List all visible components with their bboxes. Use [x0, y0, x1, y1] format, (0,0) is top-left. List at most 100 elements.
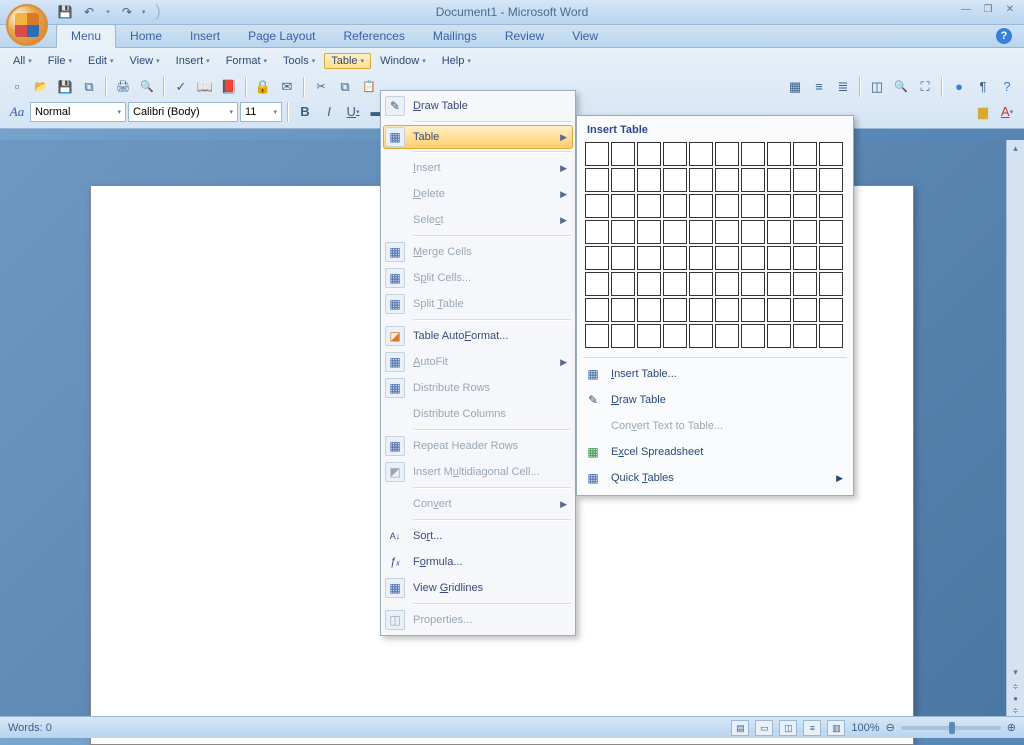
browse-object-buttons[interactable]: ≑●≑: [1007, 680, 1024, 716]
grid-cell[interactable]: [585, 246, 609, 270]
tb-spellcheck-button[interactable]: ✓: [170, 76, 192, 98]
zoom-in-button[interactable]: ⊕: [1007, 721, 1016, 734]
grid-cell[interactable]: [611, 298, 635, 322]
grid-cell[interactable]: [585, 298, 609, 322]
tb-email-button[interactable]: ✉: [276, 76, 298, 98]
ribbon-tab-references[interactable]: References: [329, 25, 418, 47]
tb-open-button[interactable]: [30, 76, 52, 98]
tb-print-button[interactable]: [112, 76, 134, 98]
minimize-button[interactable]: —: [958, 3, 974, 17]
tb-columns-button[interactable]: [784, 76, 806, 98]
qat-customize-arrow[interactable]: ▾: [142, 8, 146, 16]
zoom-out-button[interactable]: ⊖: [886, 721, 895, 734]
grid-cell[interactable]: [767, 324, 791, 348]
grid-cell[interactable]: [767, 194, 791, 218]
menu-view-gridlines[interactable]: View Gridlines: [383, 575, 573, 601]
grid-cell[interactable]: [793, 272, 817, 296]
menu-edit[interactable]: Edit▾: [81, 53, 120, 69]
grid-cell[interactable]: [663, 298, 687, 322]
grid-cell[interactable]: [715, 168, 739, 192]
ribbon-tab-view[interactable]: View: [558, 25, 612, 47]
menu-select-submenu[interactable]: Select▶: [383, 207, 573, 233]
grid-cell[interactable]: [637, 194, 661, 218]
tb-drawing-button[interactable]: ◫: [866, 76, 888, 98]
grid-cell[interactable]: [611, 142, 635, 166]
grid-cell[interactable]: [689, 298, 713, 322]
tb-new-button[interactable]: [6, 76, 28, 98]
menu-table[interactable]: Table▾: [324, 53, 371, 69]
grid-cell[interactable]: [767, 246, 791, 270]
menu-file[interactable]: File▾: [41, 53, 79, 69]
menu-all[interactable]: All▾: [6, 53, 39, 69]
view-outline-button[interactable]: ≡: [803, 720, 821, 736]
scroll-down-button[interactable]: ▾: [1007, 664, 1024, 680]
tb-zoom-button[interactable]: [890, 76, 912, 98]
grid-cell[interactable]: [793, 220, 817, 244]
grid-cell[interactable]: [689, 168, 713, 192]
grid-cell[interactable]: [741, 298, 765, 322]
tb-print-preview-button[interactable]: [136, 76, 158, 98]
tb-help2-button[interactable]: ?: [996, 76, 1018, 98]
ribbon-tab-page-layout[interactable]: Page Layout: [234, 25, 329, 47]
grid-cell[interactable]: [663, 194, 687, 218]
grid-cell[interactable]: [637, 272, 661, 296]
grid-cell[interactable]: [637, 142, 661, 166]
grid-cell[interactable]: [819, 142, 843, 166]
grid-cell[interactable]: [767, 220, 791, 244]
grid-cell[interactable]: [585, 168, 609, 192]
office-button[interactable]: [6, 4, 48, 46]
highlight-button[interactable]: ▆: [972, 101, 994, 123]
grid-cell[interactable]: [767, 168, 791, 192]
grid-cell[interactable]: [689, 220, 713, 244]
help-button[interactable]: ?: [996, 28, 1012, 44]
grid-cell[interactable]: [689, 142, 713, 166]
grid-cell[interactable]: [715, 220, 739, 244]
grid-cell[interactable]: [715, 298, 739, 322]
tb-thesaurus-button[interactable]: 📕: [218, 76, 240, 98]
vertical-scrollbar[interactable]: ▴ ▾ ≑●≑: [1006, 140, 1024, 716]
qat-undo-button[interactable]: [80, 3, 98, 21]
grid-cell[interactable]: [663, 142, 687, 166]
menu-draw-table[interactable]: Draw Table: [383, 93, 573, 119]
grid-cell[interactable]: [741, 168, 765, 192]
close-button[interactable]: ✕: [1002, 3, 1018, 17]
ribbon-tab-menu[interactable]: Menu: [56, 24, 116, 48]
menu-window[interactable]: Window▾: [373, 53, 433, 69]
grid-cell[interactable]: [715, 194, 739, 218]
grid-cell[interactable]: [637, 220, 661, 244]
grid-cell[interactable]: [819, 324, 843, 348]
grid-cell[interactable]: [611, 220, 635, 244]
grid-cell[interactable]: [793, 168, 817, 192]
tb-align-left-button[interactable]: ≡: [808, 76, 830, 98]
tb-permission-button[interactable]: 🔒: [252, 76, 274, 98]
grid-cell[interactable]: [819, 272, 843, 296]
font-selector[interactable]: Calibri (Body)▾: [128, 102, 238, 122]
font-size-selector[interactable]: 11▾: [240, 102, 282, 122]
tb-copy-button[interactable]: [334, 76, 356, 98]
grid-cell[interactable]: [585, 194, 609, 218]
grid-cell[interactable]: [741, 220, 765, 244]
view-full-screen-button[interactable]: ▭: [755, 720, 773, 736]
grid-cell[interactable]: [793, 142, 817, 166]
grid-cell[interactable]: [741, 194, 765, 218]
grid-cell[interactable]: [767, 142, 791, 166]
grid-cell[interactable]: [819, 220, 843, 244]
qat-redo-button[interactable]: [118, 3, 136, 21]
view-draft-button[interactable]: ▥: [827, 720, 845, 736]
grid-cell[interactable]: [819, 298, 843, 322]
tb-paragraph-button[interactable]: ¶: [972, 76, 994, 98]
table-size-grid[interactable]: [581, 142, 849, 354]
menu-format[interactable]: Format▾: [219, 53, 274, 69]
grid-cell[interactable]: [663, 324, 687, 348]
grid-cell[interactable]: [663, 272, 687, 296]
grid-cell[interactable]: [715, 246, 739, 270]
grid-cell[interactable]: [819, 194, 843, 218]
zoom-slider[interactable]: [901, 726, 1001, 730]
menu-help[interactable]: Help▾: [435, 53, 478, 69]
ribbon-tab-review[interactable]: Review: [491, 25, 558, 47]
grid-cell[interactable]: [793, 194, 817, 218]
grid-cell[interactable]: [689, 194, 713, 218]
grid-cell[interactable]: [585, 324, 609, 348]
flyout-draw-table[interactable]: Draw Table: [581, 387, 849, 413]
zoom-value[interactable]: 100%: [851, 722, 879, 734]
